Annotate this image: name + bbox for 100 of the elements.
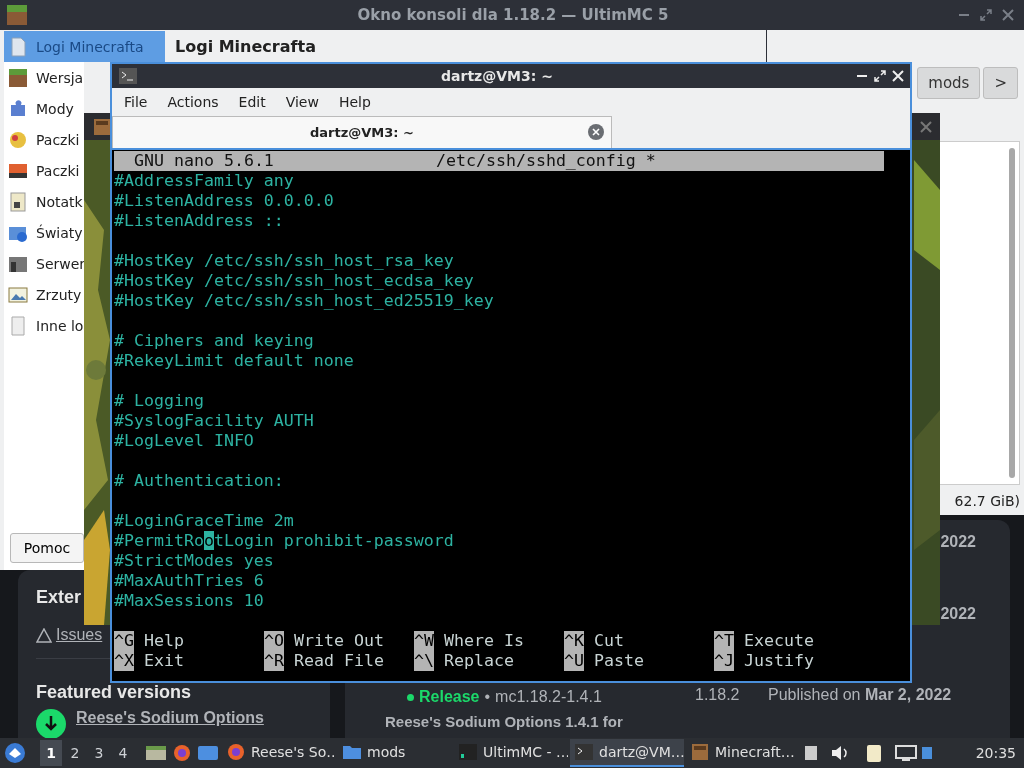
sidebar-item[interactable]: Paczki (4, 124, 84, 155)
code-line: #MaxAuthTries 6 (114, 571, 264, 590)
terminal-icon (574, 742, 594, 762)
file-path: /etc/ssh/sshd_config * (436, 151, 657, 171)
crafting-table-icon (92, 116, 112, 137)
shortcut-key: ^O (264, 631, 284, 651)
separator-dot: • (484, 687, 491, 707)
section-heading: Featured versions (36, 681, 192, 703)
game-version: 1.18.2 (695, 685, 741, 705)
browser-icon (226, 742, 246, 762)
taskbar-button[interactable]: dartz@VM… (570, 739, 684, 767)
code-line: #AddressFamily any (114, 171, 294, 190)
help-button[interactable]: Pomoc (10, 533, 84, 563)
issues-link[interactable]: Issues (36, 626, 103, 644)
crafting-table-icon (690, 742, 710, 762)
shortcut-key: ^J (714, 651, 734, 671)
menu-item[interactable]: File (114, 94, 158, 110)
taskbar-button[interactable]: Minecraft… (686, 739, 800, 767)
code-line: #HostKey /etc/ssh/ssh_host_rsa_key (114, 251, 454, 270)
sidebar-item[interactable]: Paczki (4, 155, 84, 186)
shortcut-key: ^X (114, 651, 134, 671)
editor-version: GNU nano 5.6.1 (134, 151, 275, 171)
shortcut-key: ^U (564, 651, 584, 671)
version-number: mc1.18.2-1.4.1 (495, 687, 602, 707)
publish-date: Published on Mar 2, 2022 (768, 685, 953, 705)
shortcut-label: Paste (594, 651, 644, 671)
code-line: #HostKey /etc/ssh/ssh_host_ed25519_key (114, 291, 494, 310)
shortcut-key: ^T (714, 631, 734, 651)
shortcut-key: ^K (564, 631, 584, 651)
version-title: Reese's Sodium Options 1.4.1 for (385, 713, 624, 730)
monitor-icon[interactable] (894, 743, 918, 763)
document-icon (8, 315, 28, 336)
sidebar-item[interactable]: Inne lo (4, 310, 84, 341)
sidebar-item[interactable]: Mody (4, 93, 84, 124)
square-icon (802, 743, 820, 763)
free-space-text: 62.7 GiB) (953, 492, 1021, 511)
clock: 20:35 (975, 745, 1017, 761)
version-link[interactable]: Reese's Sodium Options (76, 709, 264, 727)
taskbar-button[interactable]: mods (338, 739, 452, 767)
notes-icon (8, 191, 28, 212)
taskbar-button[interactable]: Reese's So… (222, 739, 336, 767)
desktop-switcher[interactable]: 2 (64, 740, 86, 766)
menu-item[interactable]: View (275, 94, 329, 110)
desktop-switcher[interactable]: 4 (112, 740, 134, 766)
menu-item[interactable]: Actions (157, 94, 229, 110)
clipboard-icon[interactable] (864, 743, 884, 763)
shortcut-label: Help (144, 631, 184, 651)
shortcut-label: Replace (444, 651, 514, 671)
code-line: # Ciphers and keying (114, 331, 314, 350)
shortcut-key: ^W (414, 631, 434, 651)
sidebar-item[interactable]: Wersja (4, 62, 84, 93)
shortcut-label: Read File (294, 651, 384, 671)
menu-item[interactable]: Edit (228, 94, 276, 110)
grass-block-icon (6, 4, 28, 26)
grass-block-icon (8, 67, 28, 88)
window-icon[interactable] (196, 743, 220, 763)
window-title: dartz@VM3: ~ (440, 68, 554, 84)
shortcut-label: Write Out (294, 631, 384, 651)
desktop-switcher[interactable]: 1 (40, 740, 62, 766)
download-icon (36, 709, 66, 738)
channel-label: Release (419, 687, 480, 707)
sidebar-item[interactable]: Notatk (4, 186, 84, 217)
code-line: #PermitRootLogin prohibit-password (114, 531, 454, 550)
volume-icon[interactable] (830, 743, 850, 763)
menu-item[interactable]: Help (328, 94, 381, 110)
code-line: #HostKey /etc/ssh/ssh_host_ecdsa_key (114, 271, 474, 290)
taskbar-button[interactable]: UltimMC - … (454, 739, 568, 767)
code-line: #MaxSessions 10 (114, 591, 264, 610)
publish-date: 2022 (940, 604, 976, 624)
window-icon (458, 742, 478, 762)
image-icon (8, 284, 28, 305)
shortcut-key: ^G (114, 631, 134, 651)
terminal-tab[interactable]: dartz@VM3: ~ (112, 116, 612, 148)
code-line: # Authentication: (114, 471, 284, 490)
shortcut-key: ^R (264, 651, 284, 671)
code-line: #LogLevel INFO (114, 431, 254, 450)
code-line: #StrictModes yes (114, 551, 274, 570)
code-line: #ListenAddress 0.0.0.0 (114, 191, 334, 210)
code-line: #ListenAddress :: (114, 211, 284, 230)
channel-dot (407, 693, 414, 701)
sidebar-item[interactable]: Zrzuty (4, 279, 84, 310)
forward-button[interactable]: > (983, 67, 1018, 99)
code-line: # Logging (114, 391, 204, 410)
desktop-switcher[interactable]: 3 (88, 740, 110, 766)
shortcut-label: Exit (144, 651, 184, 671)
terminal-icon (118, 66, 138, 86)
publish-date: 2022 (940, 532, 976, 552)
close-icon[interactable] (588, 124, 604, 140)
page-title: Logi Minecrafta (175, 37, 317, 56)
path-button[interactable]: mods (917, 67, 981, 99)
document-icon (8, 36, 28, 57)
section-heading: Exter (36, 586, 82, 608)
sidebar-item[interactable]: Światy (4, 217, 84, 248)
code-line: #LoginGraceTime 2m (114, 511, 294, 530)
shortcut-label: Execute (744, 631, 814, 651)
shortcut-key: ^\ (414, 651, 434, 671)
shortcut-label: Justify (744, 651, 814, 671)
shortcut-label: Cut (594, 631, 624, 651)
window-title: Okno konsoli dla 1.18.2 — UltimMC 5 (356, 6, 670, 24)
scrollbar[interactable] (1009, 148, 1015, 478)
